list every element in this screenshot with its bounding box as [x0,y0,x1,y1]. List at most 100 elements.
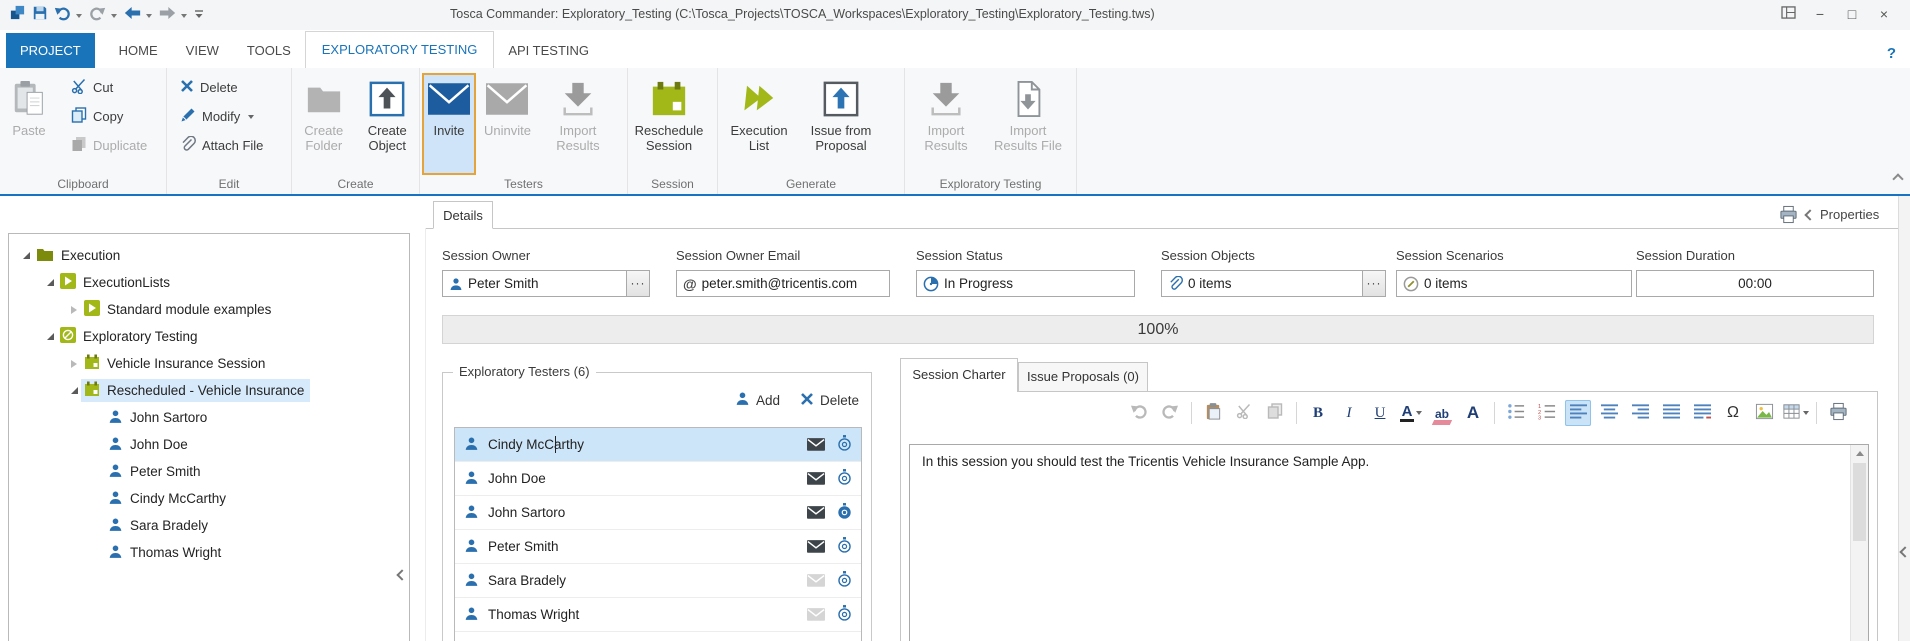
ribbon-button-cut[interactable]: Cut [66,73,152,102]
timer-icon[interactable] [837,469,852,489]
align-right-button[interactable] [1627,400,1653,426]
tree-expanded-icon[interactable] [67,387,81,394]
italic-button[interactable]: I [1336,400,1362,426]
mail-icon[interactable] [807,472,825,485]
tester-row-peter-smith[interactable]: Peter Smith [455,530,861,564]
special-character-button[interactable]: Ω [1720,400,1746,426]
timer-icon[interactable] [837,571,852,591]
tree-expanded-icon[interactable] [43,279,57,286]
font-color-button[interactable]: A [1398,400,1424,426]
back-button[interactable] [121,3,144,27]
scrollbar-thumb[interactable] [1853,463,1866,541]
tab-issue-proposals-0[interactable]: Issue Proposals (0) [1018,362,1148,392]
session-scenarios-input[interactable]: 0 items [1396,270,1632,297]
ribbon-button-invite[interactable]: Invite [422,73,476,175]
tab-api-testing[interactable]: API TESTING [494,33,603,68]
print-icon[interactable] [1779,205,1798,229]
tab-home[interactable]: HOME [105,33,172,68]
mail-icon[interactable] [807,438,825,451]
tester-row-cindy-mccarthy[interactable]: Cindy McCarthy [455,428,861,462]
ribbon-button-modify[interactable]: Modify [175,102,268,131]
mail-icon[interactable] [807,608,825,621]
forward-button[interactable] [156,3,179,27]
timer-icon[interactable] [837,503,852,523]
chevron-down-icon[interactable] [1416,411,1422,415]
chevron-down-icon[interactable] [111,14,117,18]
tree-expanded-icon[interactable] [43,333,57,340]
mail-icon[interactable] [807,574,825,587]
chevron-down-icon[interactable] [146,14,152,18]
properties-toggle[interactable]: Properties [1806,207,1879,222]
print-button[interactable] [1825,400,1851,426]
align-distribute-button[interactable] [1689,400,1715,426]
tab-details[interactable]: Details [433,201,493,229]
highlight-button[interactable]: ab [1429,400,1455,426]
mail-icon[interactable] [807,540,825,553]
minimize-button[interactable]: − [1806,3,1834,25]
tester-row-thomas-wright[interactable]: Thomas Wright [455,598,861,632]
tab-project[interactable]: PROJECT [6,33,95,68]
close-button[interactable]: × [1870,3,1898,25]
tree-item-rescheduled-vehicle-insurance[interactable]: Rescheduled - Vehicle Insurance [9,377,409,404]
ribbon-button-attach-file[interactable]: Attach File [175,131,268,160]
chevron-down-icon[interactable] [76,14,82,18]
tree-collapsed-icon[interactable] [67,360,81,368]
layout-button[interactable] [1774,3,1802,25]
align-justify-button[interactable] [1658,400,1684,426]
ribbon-button-create-object[interactable]: Create Object [358,73,418,175]
tree-expanded-icon[interactable] [19,252,33,259]
timer-icon[interactable] [837,537,852,557]
tester-row-john-doe[interactable]: John Doe [455,462,861,496]
tree-splitter-collapse-icon[interactable] [398,566,406,584]
editor-scrollbar[interactable] [1850,445,1868,641]
charter-editor[interactable]: In this session you should test the Tric… [909,444,1869,641]
help-button[interactable]: ? [1887,45,1896,62]
session-objects-input[interactable]: 0 items··· [1161,270,1386,297]
font-size-button[interactable]: A [1460,400,1486,426]
session-owner-browse-button[interactable]: ··· [626,271,649,296]
ribbon-button-delete[interactable]: Delete [175,73,268,102]
insert-image-button[interactable] [1751,400,1777,426]
chevron-down-icon[interactable] [1803,411,1809,415]
customize-quick-access-button[interactable] [191,3,207,27]
timer-icon[interactable] [837,605,852,625]
tree-item-john-doe[interactable]: John Doe [9,431,409,458]
tab-tools[interactable]: TOOLS [233,33,305,68]
insert-table-button[interactable] [1782,400,1808,426]
ribbon-button-copy[interactable]: Copy [66,102,152,131]
tree-collapsed-icon[interactable] [67,306,81,314]
ribbon-button-execution-list[interactable]: Execution List [720,73,798,175]
tester-row-john-sartoro[interactable]: John Sartoro [455,496,861,530]
session-owner-email-input[interactable]: @peter.smith@tricentis.com [676,270,890,297]
save-button[interactable] [29,3,51,27]
scroll-up-icon[interactable] [1851,445,1868,462]
bullet-list-button[interactable] [1503,400,1529,426]
tree-item-exploratory-testing[interactable]: Exploratory Testing [9,323,409,350]
tab-session-charter[interactable]: Session Charter [900,358,1018,392]
tree-item-execution[interactable]: Execution [9,242,409,269]
session-owner-input[interactable]: Peter Smith··· [442,270,650,297]
tree-item-thomas-wright[interactable]: Thomas Wright [9,539,409,566]
maximize-button[interactable]: □ [1838,3,1866,25]
add-tester-button[interactable]: Add [735,391,780,409]
right-panel-collapsed-strip[interactable] [1898,196,1910,641]
tree-item-sara-bradely[interactable]: Sara Bradely [9,512,409,539]
align-left-button[interactable] [1565,400,1591,426]
align-center-button[interactable] [1596,400,1622,426]
delete-tester-button[interactable]: Delete [800,392,859,409]
session-status-input[interactable]: In Progress [916,270,1135,297]
session-objects-browse-button[interactable]: ··· [1362,271,1385,296]
timer-icon[interactable] [837,435,852,455]
redo-button[interactable] [86,3,109,27]
app-logo-button[interactable] [6,3,29,27]
tree-item-cindy-mccarthy[interactable]: Cindy McCarthy [9,485,409,512]
ribbon-button-reschedule-session[interactable]: Reschedule Session [630,73,708,175]
tree-item-peter-smith[interactable]: Peter Smith [9,458,409,485]
tab-view[interactable]: VIEW [172,33,233,68]
bold-button[interactable]: B [1305,400,1331,426]
tree-item-executionlists[interactable]: ExecutionLists [9,269,409,296]
undo-button[interactable] [51,3,74,27]
numbered-list-button[interactable]: 123 [1534,400,1560,426]
ribbon-collapse-icon[interactable] [1894,170,1902,188]
tree-item-vehicle-insurance-session[interactable]: Vehicle Insurance Session [9,350,409,377]
